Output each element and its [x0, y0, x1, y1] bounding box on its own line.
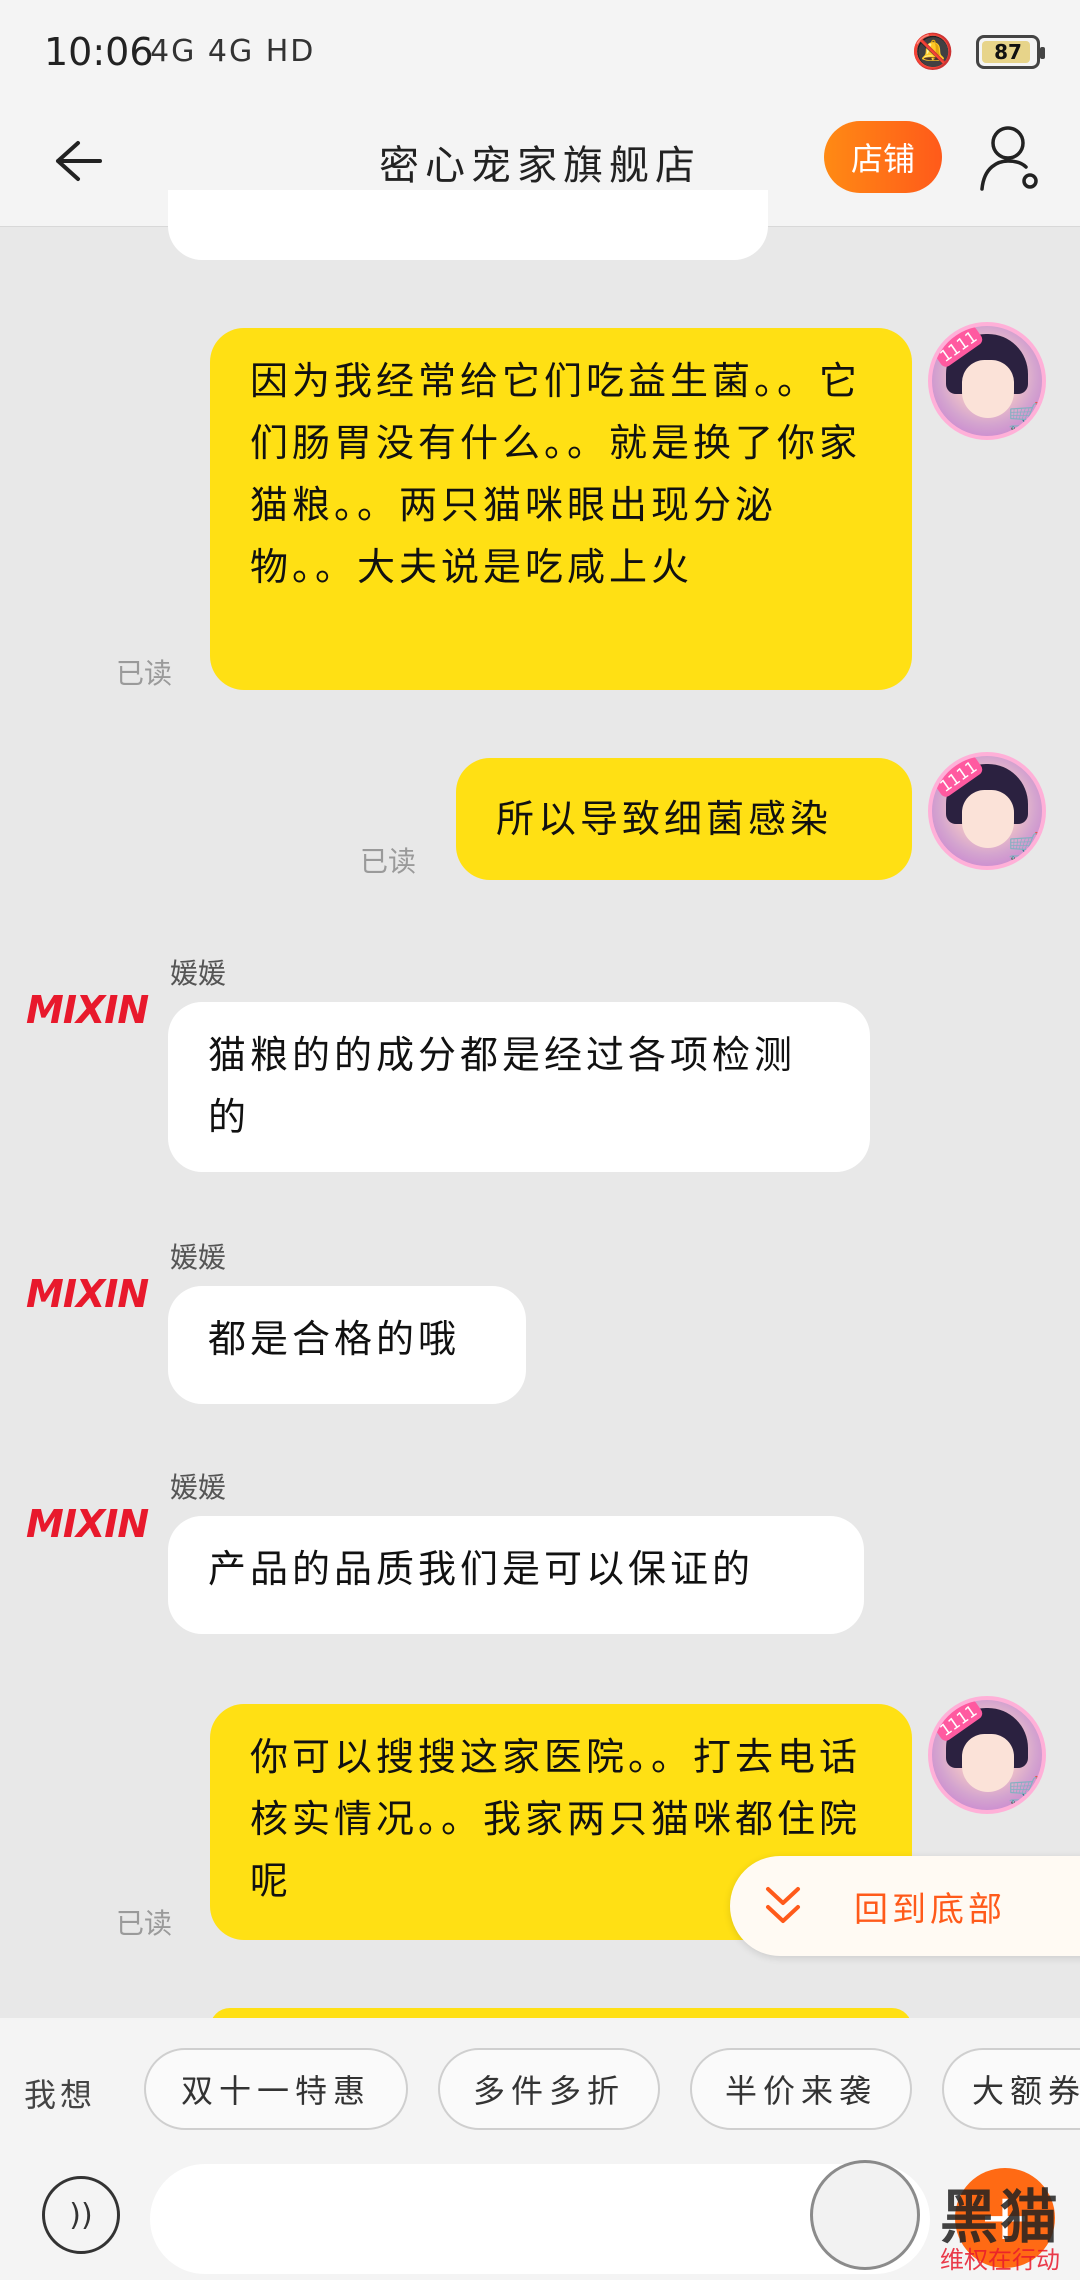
- read-status: 已读: [360, 845, 417, 878]
- my-avatar[interactable]: 1111 🛒: [928, 752, 1046, 870]
- shop-avatar-logo[interactable]: MIXIN: [26, 1486, 149, 1546]
- quick-reply-chip[interactable]: 双十一特惠: [144, 2048, 408, 2130]
- back-to-bottom-button[interactable]: 回到底部: [730, 1856, 1080, 1956]
- sender-name: 媛媛: [170, 957, 227, 990]
- shop-avatar-logo[interactable]: MIXIN: [26, 1256, 149, 1316]
- message-bubble-shop[interactable]: 猫粮的的成分都是经过各项检测的: [168, 1002, 870, 1172]
- status-bar: 10:06 4G 4G HD 🔕 87: [0, 0, 1080, 105]
- cart-icon: 🛒: [1007, 1776, 1040, 1806]
- my-avatar[interactable]: 1111 🛒: [928, 322, 1046, 440]
- shop-button[interactable]: 店铺: [824, 121, 942, 193]
- status-time: 10:06: [44, 30, 154, 74]
- quick-reply-label: 我想: [24, 2076, 97, 2114]
- voice-input-icon[interactable]: )): [42, 2176, 120, 2254]
- shop-avatar-logo[interactable]: MIXIN: [26, 972, 149, 1032]
- battery-icon: 87: [976, 35, 1045, 69]
- my-avatar[interactable]: 1111 🛒: [928, 1696, 1046, 1814]
- quick-reply-chip[interactable]: 大额券: [942, 2048, 1080, 2130]
- blackcat-watermark: 黑猫 维权在行动: [810, 2160, 1080, 2280]
- message-bubble-shop[interactable]: 都是合格的哦: [168, 1286, 526, 1404]
- back-to-bottom-label: 回到底部: [854, 1889, 1006, 1930]
- message-bubble-shop[interactable]: 产品的品质我们是可以保证的: [168, 1516, 864, 1634]
- quick-reply-chip[interactable]: 多件多折: [438, 2048, 660, 2130]
- sender-name: 媛媛: [170, 1241, 227, 1274]
- sender-name: 媛媛: [170, 1471, 227, 1504]
- message-bubble-mine[interactable]: 所以导致细菌感染: [456, 758, 912, 880]
- double-chevron-down-icon: [766, 1887, 800, 1923]
- battery-level: 87: [994, 40, 1022, 64]
- signal-wifi-icons: 4G 4G HD: [150, 34, 316, 69]
- mixin-logo: MIXIN: [26, 1502, 149, 1546]
- user-settings-icon[interactable]: [978, 123, 1042, 193]
- cart-icon: 🛒: [1007, 832, 1040, 862]
- watermark-subtext: 维权在行动: [940, 2246, 1060, 2274]
- mixin-logo: MIXIN: [26, 988, 149, 1032]
- previous-message-bubble: [168, 190, 768, 260]
- read-status: 已读: [116, 1907, 173, 1940]
- cart-icon: 🛒: [1007, 402, 1040, 432]
- quick-reply-chip[interactable]: 半价来袭: [690, 2048, 912, 2130]
- cat-face-icon: [810, 2160, 920, 2270]
- mixin-logo: MIXIN: [26, 1272, 149, 1316]
- message-bubble-mine[interactable]: 因为我经常给它们吃益生菌。。它们肠胃没有什么。。就是换了你家猫粮。。两只猫咪眼出…: [210, 328, 912, 690]
- mute-bell-icon: 🔕: [911, 32, 954, 72]
- quick-reply-bar: 我想 双十一特惠 多件多折 半价来袭 大额券: [0, 2018, 1080, 2158]
- read-status: 已读: [116, 657, 173, 690]
